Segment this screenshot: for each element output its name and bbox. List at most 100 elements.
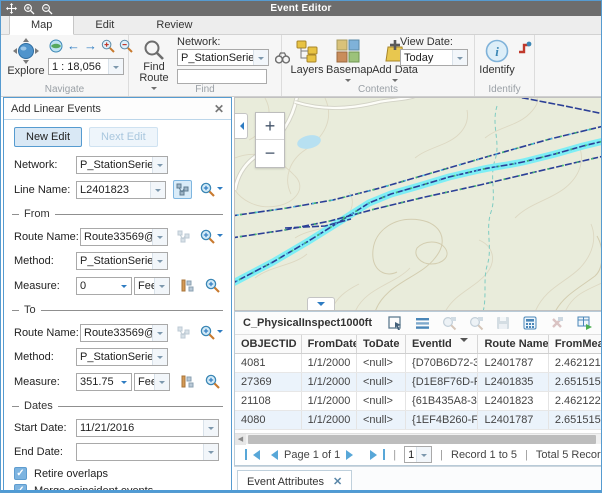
zoom-to-from-measure-button[interactable] <box>205 278 220 293</box>
collapse-table-arrow[interactable] <box>307 297 335 310</box>
select-from-route-on-map-button[interactable] <box>175 227 192 246</box>
collapse-panel-arrow[interactable] <box>235 113 248 139</box>
from-measure-combo[interactable]: 0 <box>76 277 132 295</box>
map-zoom-out-button[interactable]: − <box>256 140 284 167</box>
field-calculator-icon[interactable] <box>522 315 538 331</box>
to-route-name-dropdown-arrow[interactable] <box>152 325 167 341</box>
map-zoom-in-button[interactable]: + <box>256 113 284 140</box>
retire-overlaps-checkbox[interactable] <box>14 467 27 480</box>
line-name-combo[interactable]: L2401823 <box>76 181 166 199</box>
column-header-eventid[interactable]: EventId <box>406 335 478 354</box>
previous-extent-icon[interactable]: ← <box>67 39 80 53</box>
to-unit-combo[interactable]: Feet <box>134 373 170 391</box>
end-date-combo[interactable] <box>76 443 219 461</box>
layers-button[interactable]: Layers <box>288 39 326 76</box>
from-route-name-combo[interactable]: Route33569@Cent <box>80 228 168 246</box>
next-page-button[interactable] <box>346 450 358 460</box>
tab-edit[interactable]: Edit <box>74 16 135 34</box>
previous-page-button[interactable] <box>266 450 278 460</box>
to-measure-combo[interactable]: 351.75 <box>76 373 132 391</box>
panel-header: Add Linear Events ✕ <box>4 98 231 120</box>
scroll-left-arrow[interactable]: ◀ <box>235 434 246 445</box>
page-select-dropdown-arrow[interactable] <box>416 447 431 462</box>
map-scale-combo[interactable]: 1 : 18,056 <box>48 58 124 75</box>
zoom-options-caret[interactable] <box>217 187 223 193</box>
zoom-to-from-route-button[interactable] <box>200 229 223 244</box>
tab-map[interactable]: Map <box>9 15 74 35</box>
save-icon[interactable] <box>495 315 511 331</box>
page-select-combo[interactable]: 1 <box>404 446 432 463</box>
pick-from-measure-on-map-button[interactable] <box>177 276 197 295</box>
from-unit-dropdown-arrow[interactable] <box>154 278 169 294</box>
column-header-fromdate[interactable]: FromDate <box>301 335 356 354</box>
retire-overlaps-checkbox-row[interactable]: Retire overlaps <box>4 467 231 480</box>
first-page-button[interactable] <box>245 449 260 460</box>
column-header-objectid[interactable]: OBJECTID <box>235 335 301 354</box>
view-date-combo[interactable]: Today <box>400 49 468 66</box>
identify-button[interactable]: i Identify <box>477 39 517 76</box>
select-to-route-on-map-button[interactable] <box>175 323 192 342</box>
table-row[interactable]: 40801/1/2000<null>{1EF4B260-FL24017872.6… <box>235 411 602 430</box>
ribbon-network-dropdown-arrow[interactable] <box>253 50 268 65</box>
zoom-options-caret[interactable] <box>217 330 223 336</box>
to-method-combo[interactable]: P_StationSeries <box>76 348 168 366</box>
identify-route-location-icon[interactable] <box>517 41 532 56</box>
zoom-to-to-measure-button[interactable] <box>205 374 220 389</box>
from-measure-dropdown-arrow[interactable] <box>116 278 131 294</box>
select-line-on-map-button[interactable] <box>173 180 193 199</box>
attribute-table: OBJECTID FromDate ToDate EventId Route N… <box>235 335 602 430</box>
from-method-combo[interactable]: P_StationSeries <box>76 252 168 270</box>
table-row[interactable]: 40811/1/2000<null>{D70B6D72-3L24017872.4… <box>235 354 602 373</box>
from-route-name-dropdown-arrow[interactable] <box>152 229 167 245</box>
to-route-name-combo[interactable]: Route33569@Cent <box>80 324 168 342</box>
zoom-to-selected-icon[interactable] <box>441 315 457 331</box>
next-extent-icon[interactable]: → <box>84 39 97 53</box>
zoom-to-to-route-button[interactable] <box>200 325 223 340</box>
map-scale-dropdown-arrow[interactable] <box>108 59 123 74</box>
table-horizontal-scrollbar[interactable]: ◀ ▶ <box>235 433 602 444</box>
from-unit-combo[interactable]: Feet <box>134 277 170 295</box>
to-method-dropdown-arrow[interactable] <box>152 349 167 365</box>
from-method-row: Method: P_StationSeries <box>4 252 231 270</box>
network-combo[interactable]: P_StationSeries <box>76 156 168 174</box>
tab-review[interactable]: Review <box>135 16 213 34</box>
view-date-dropdown-arrow[interactable] <box>452 50 467 65</box>
pan-to-selected-icon[interactable] <box>468 315 484 331</box>
pick-to-measure-on-map-button[interactable] <box>177 372 197 391</box>
show-selected-records-icon[interactable] <box>414 315 430 331</box>
new-edit-button[interactable]: New Edit <box>14 127 82 147</box>
table-row[interactable]: 211081/1/2000<null>{61B435A8-3L24018232.… <box>235 392 602 411</box>
column-header-routename[interactable]: Route Name <box>478 335 548 354</box>
explore-button[interactable]: Explore <box>5 38 47 77</box>
append-records-icon[interactable] <box>576 315 592 331</box>
basemap-button[interactable]: Basemap <box>326 39 370 88</box>
zoom-in-icon[interactable] <box>101 39 115 53</box>
start-date-dropdown-arrow[interactable] <box>203 420 218 436</box>
full-extent-globe-icon[interactable] <box>49 39 63 53</box>
line-name-dropdown-arrow[interactable] <box>150 182 165 198</box>
ribbon-network-combo[interactable]: P_StationSeries <box>177 49 269 66</box>
main-area: Add Linear Events ✕ New Edit Next Edit N… <box>1 97 601 492</box>
scrollbar-thumb[interactable] <box>248 435 596 444</box>
to-unit-dropdown-arrow[interactable] <box>154 374 169 390</box>
zoom-options-caret[interactable] <box>217 234 223 240</box>
column-header-frommeasure[interactable]: FromMeasure <box>548 335 602 354</box>
end-date-dropdown-arrow[interactable] <box>203 444 218 460</box>
route-search-input[interactable] <box>177 69 267 84</box>
to-measure-dropdown-arrow[interactable] <box>116 374 131 390</box>
from-method-dropdown-arrow[interactable] <box>152 253 167 269</box>
delete-selected-icon[interactable] <box>549 315 565 331</box>
panel-close-icon[interactable]: ✕ <box>214 102 224 116</box>
start-date-combo[interactable]: 11/21/2016 <box>76 419 219 437</box>
next-edit-button[interactable]: Next Edit <box>89 127 158 147</box>
column-header-todate[interactable]: ToDate <box>357 335 406 354</box>
select-records-icon[interactable] <box>387 315 403 331</box>
from-route-name-row: Route Name: Route33569@Cent <box>4 227 231 246</box>
close-tab-icon[interactable]: ✕ <box>333 475 342 488</box>
tab-event-attributes[interactable]: Event Attributes ✕ <box>237 470 352 492</box>
last-page-button[interactable] <box>370 449 385 460</box>
network-dropdown-arrow[interactable] <box>152 157 167 173</box>
map-canvas[interactable]: + − POWERED BY esri <box>234 97 602 311</box>
zoom-to-line-button[interactable] <box>200 182 223 197</box>
table-row[interactable]: 273691/1/2000<null>{D1E8F76D-FL24018352.… <box>235 373 602 392</box>
